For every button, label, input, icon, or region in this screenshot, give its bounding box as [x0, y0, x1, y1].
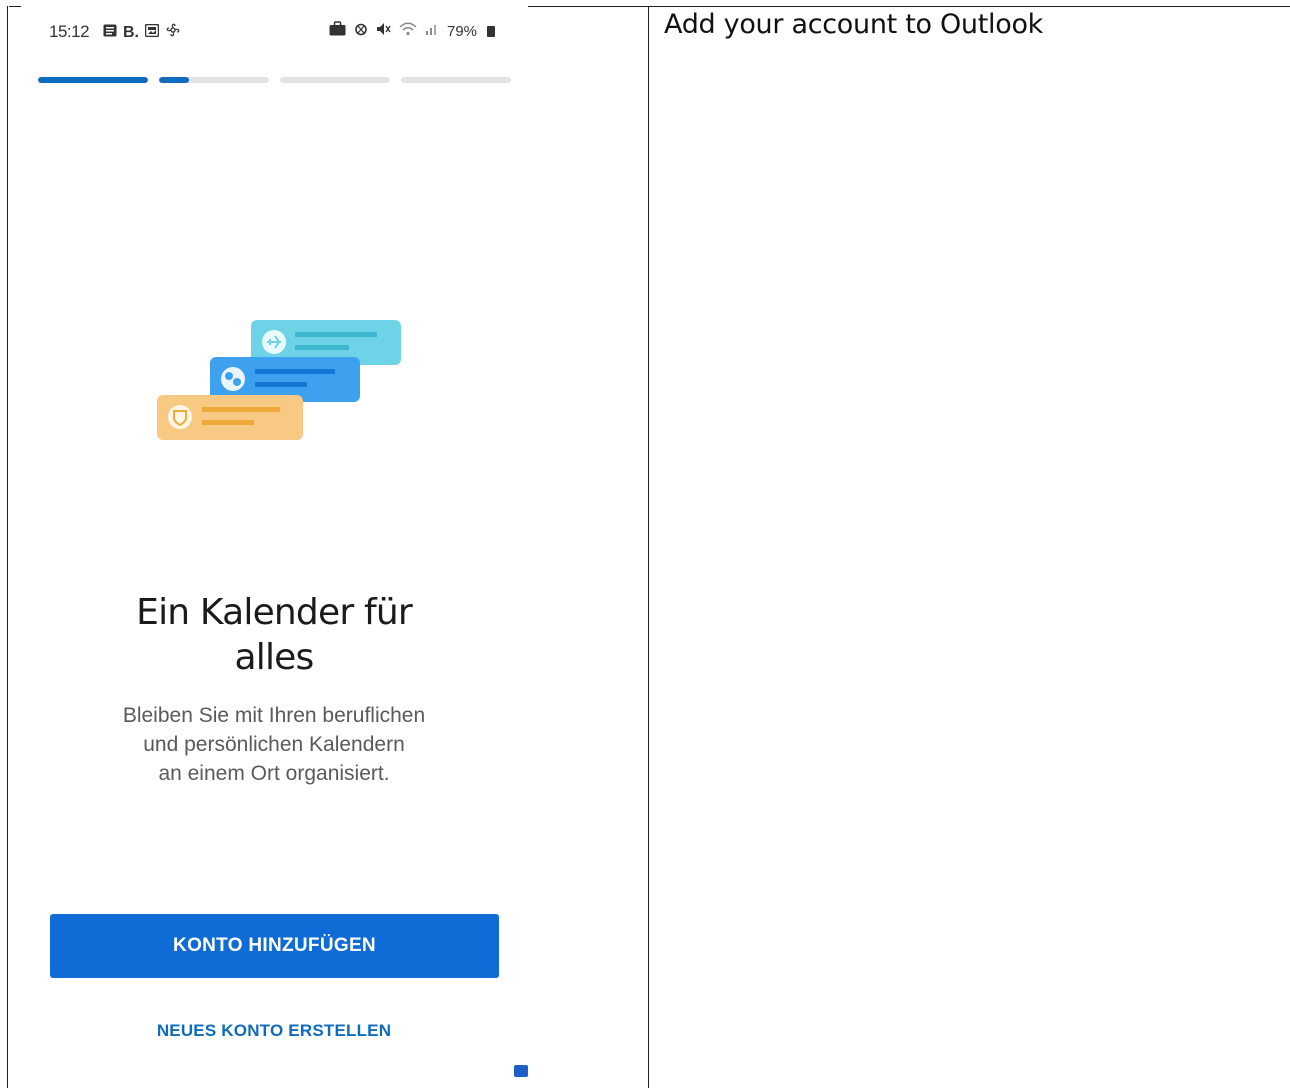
phone-screenshot: 15:12 B. 79% Ein Kalender für alles Blei… — [9, 7, 647, 1088]
subtitle-line-1: Bleiben Sie mit Ihren beruflichen — [122, 704, 426, 727]
signal-icon — [425, 22, 439, 40]
progress-step-3 — [280, 77, 390, 83]
onboarding-subtitle: Bleiben Sie mit Ihren beruflichen und pe… — [79, 701, 469, 788]
subtitle-line-3: an einem Ort organisiert. — [158, 762, 390, 785]
notes-icon — [103, 24, 117, 42]
battery-percent: 79% — [447, 22, 478, 40]
calendar-illustration — [157, 320, 401, 440]
progress-step-2-fill — [159, 77, 189, 83]
briefcase-icon — [514, 1065, 528, 1077]
status-left-icons: B. — [103, 22, 181, 43]
progress-step-1 — [38, 77, 148, 83]
image-icon — [144, 23, 160, 42]
shield-card — [157, 395, 303, 440]
briefcase-icon — [329, 21, 346, 41]
alarm-icon — [354, 22, 368, 41]
status-right-icons: 79% — [329, 21, 496, 41]
b-app-icon: B. — [123, 23, 139, 41]
create-account-link[interactable]: NEUES KONTO ERSTELLEN — [109, 1021, 439, 1041]
wifi-icon — [399, 22, 417, 41]
progress-step-4 — [401, 77, 511, 83]
document-caption: Add your account to Outlook — [664, 9, 1044, 40]
onboarding-title: Ein Kalender für alles — [136, 592, 413, 678]
table-border-middle — [648, 6, 649, 1088]
onboarding-progress — [38, 77, 511, 83]
status-bar: 15:12 B. 79% — [9, 7, 529, 57]
table-border-left — [7, 6, 8, 1088]
status-time: 15:12 — [49, 22, 90, 41]
progress-step-2 — [159, 77, 269, 83]
battery-icon — [487, 25, 496, 37]
add-account-button[interactable]: KONTO HINZUFÜGEN — [50, 914, 499, 978]
mute-icon — [376, 22, 391, 41]
fan-icon — [165, 22, 181, 43]
subtitle-line-2: und persönlichen Kalendern — [143, 733, 405, 756]
progress-step-1-fill — [38, 77, 148, 83]
